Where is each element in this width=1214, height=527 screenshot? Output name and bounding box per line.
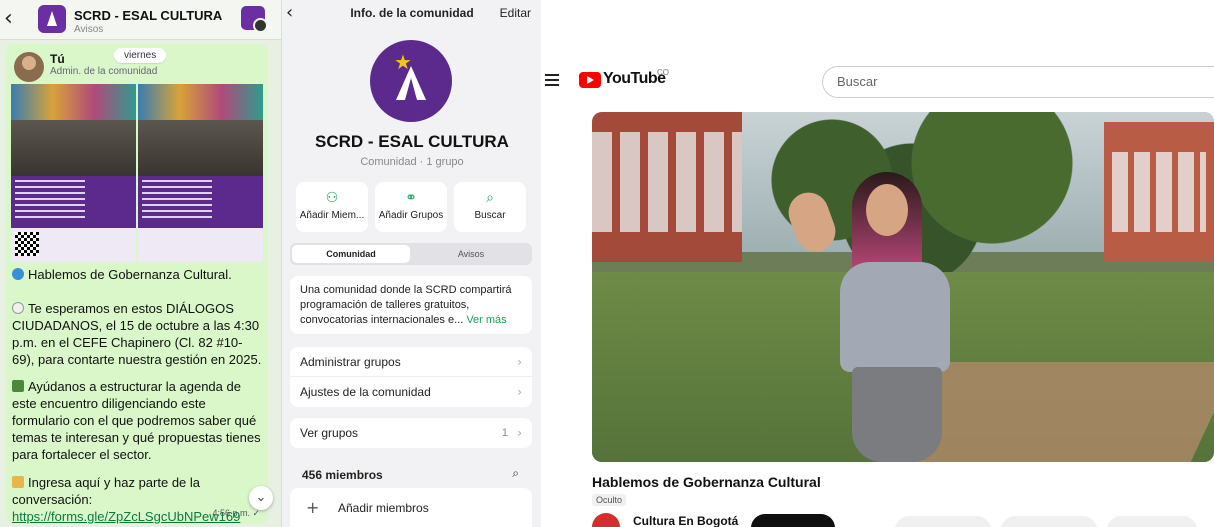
video-player[interactable] [592, 112, 1214, 462]
chevron-right-icon: › [517, 355, 522, 369]
sender-role: Admin. de la comunidad [50, 66, 158, 77]
youtube-panel: YouTube CO Buscar Hablemos de Gobernanza… [541, 0, 1214, 527]
search-input[interactable]: Buscar [822, 66, 1214, 98]
flyer-image[interactable] [11, 84, 263, 262]
settings-card: Administrar grupos › Ajustes de la comuni… [290, 347, 532, 407]
add-groups-icon: ⚭ [405, 190, 417, 206]
search-icon: ⌕ [486, 190, 494, 206]
group-avatar[interactable] [38, 5, 66, 33]
tab-avisos[interactable]: Avisos [412, 245, 530, 263]
visibility-badge: Oculto [592, 494, 627, 506]
community-subtitle: Comunidad · 1 grupo [360, 156, 464, 168]
speech-emoji-icon [12, 268, 24, 280]
add-groups-button[interactable]: ⚭ Añadir Grupos [375, 182, 447, 232]
flyer-left [11, 84, 136, 262]
search-button[interactable]: ⌕ Buscar [454, 182, 526, 232]
subscribe-button[interactable] [751, 514, 835, 527]
writing-hand-emoji-icon [12, 476, 24, 488]
add-members-button[interactable]: ⚇ Añadir Miem... [296, 182, 368, 232]
manage-groups-row[interactable]: Administrar grupos › [290, 347, 532, 377]
save-button[interactable] [1107, 516, 1197, 527]
books-emoji-icon [12, 380, 24, 392]
chat-subtitle: Avisos [74, 24, 104, 35]
qr-code [15, 232, 39, 256]
back-arrow-icon[interactable]: ‹ [4, 6, 13, 31]
segmented-tabs: Comunidad Avisos [290, 243, 532, 265]
see-more-link[interactable]: Ver más [466, 314, 506, 326]
edit-button[interactable]: Editar [500, 6, 531, 20]
clock-emoji-icon [12, 302, 24, 314]
add-members-row[interactable]: + Añadir miembros [290, 488, 532, 527]
community-avatar-icon[interactable] [241, 6, 268, 33]
youtube-logo-icon[interactable] [579, 72, 601, 88]
message-paragraph-2: Te esperamos en estos DIÁLOGOS CIUDADANO… [12, 301, 262, 367]
video-frame-person [782, 172, 962, 462]
scroll-down-icon[interactable]: ⌄ [249, 486, 273, 510]
like-button[interactable] [895, 516, 991, 527]
form-link[interactable]: https://forms.gle/ZpZcLSgcUbNPew169 [12, 509, 240, 524]
channel-avatar[interactable] [592, 513, 620, 527]
chat-header: ‹ SCRD - ESAL CULTURA Avisos [0, 0, 281, 40]
message-paragraph-1: Hablemos de Gobernanza Cultural. [12, 266, 264, 283]
chat-panel: ‹ SCRD - ESAL CULTURA Avisos Tú Admin. d… [0, 0, 281, 527]
flyer-right [138, 84, 263, 262]
search-members-icon[interactable]: ⌕ [512, 466, 519, 481]
channel-name[interactable]: Cultura En Bogotá [633, 514, 738, 527]
chat-title[interactable]: SCRD - ESAL CULTURA [74, 8, 222, 23]
groups-card: Ver grupos 1 › [290, 418, 532, 448]
menu-icon[interactable] [545, 74, 559, 86]
add-member-icon: ⚇ [325, 190, 339, 206]
members-count: 456 miembros [302, 468, 383, 482]
groups-count: 1 [501, 427, 508, 439]
sender-avatar [14, 52, 44, 82]
message-paragraph-3: Ayúdanos a estructurar la agenda de este… [12, 379, 261, 462]
message-bubble: Tú Admin. de la comunidad viernes Hablem… [6, 44, 268, 524]
video-title: Hablemos de Gobernanza Cultural [592, 474, 821, 490]
community-settings-row[interactable]: Ajustes de la comunidad › [290, 377, 532, 407]
community-description: Una comunidad donde la SCRD compartirá p… [290, 276, 532, 334]
sender-name: Tú [50, 52, 65, 66]
community-logo[interactable]: ★ [370, 40, 452, 122]
date-badge: viernes [114, 48, 167, 63]
view-groups-row[interactable]: Ver grupos 1 › [290, 418, 532, 448]
tab-comunidad[interactable]: Comunidad [292, 245, 410, 263]
country-code: CO [657, 68, 669, 77]
plus-icon: + [306, 498, 320, 517]
chevron-right-icon: › [517, 426, 522, 440]
message-time: 4:56 p.m. ✓ [212, 508, 260, 518]
share-button[interactable] [1001, 516, 1097, 527]
chevron-right-icon: › [517, 385, 522, 399]
community-name: SCRD - ESAL CULTURA [315, 132, 509, 151]
community-info-panel: ‹ Info. de la comunidad Editar ★ SCRD - … [281, 0, 541, 527]
